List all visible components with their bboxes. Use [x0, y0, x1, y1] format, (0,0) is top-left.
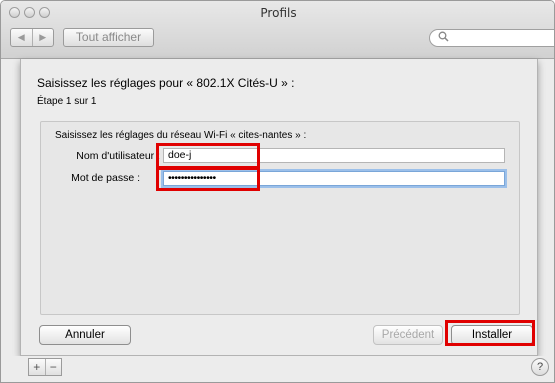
add-button[interactable]: + — [29, 359, 45, 375]
preferences-window: Profils ◀ ▶ Tout afficher Saisissez les … — [0, 0, 555, 383]
navigation-segmented-control: ◀ ▶ — [10, 28, 54, 47]
password-highlight-box — [156, 167, 260, 191]
remove-button[interactable]: − — [44, 359, 62, 375]
password-label: Mot de passe : — [71, 172, 140, 184]
bottom-bar: + − ? — [1, 356, 554, 382]
install-highlight-box — [445, 320, 535, 346]
search-field[interactable] — [429, 29, 554, 47]
wifi-settings-panel: Saisissez les réglages du réseau Wi-Fi «… — [40, 121, 520, 315]
profile-settings-sheet: Saisissez les réglages pour « 802.1X Cit… — [20, 59, 538, 356]
forward-arrow-icon[interactable]: ▶ — [31, 29, 54, 46]
username-label: Nom d'utilisateur : — [76, 150, 160, 162]
step-indicator: Étape 1 sur 1 — [37, 96, 97, 107]
show-all-button[interactable]: Tout afficher — [63, 28, 154, 47]
add-remove-control: + − — [28, 358, 62, 376]
title-bar: Profils ◀ ▶ Tout afficher — [1, 1, 554, 59]
previous-button[interactable]: Précédent — [373, 325, 443, 345]
window-title: Profils — [260, 6, 297, 20]
back-arrow-icon[interactable]: ◀ — [11, 29, 32, 46]
sheet-heading: Saisissez les réglages pour « 802.1X Cit… — [37, 76, 295, 90]
panel-title: Saisissez les réglages du réseau Wi-Fi «… — [55, 130, 307, 141]
search-icon — [438, 31, 449, 42]
help-button[interactable]: ? — [531, 358, 549, 376]
username-highlight-box — [156, 143, 260, 169]
cancel-button[interactable]: Annuler — [39, 325, 131, 345]
